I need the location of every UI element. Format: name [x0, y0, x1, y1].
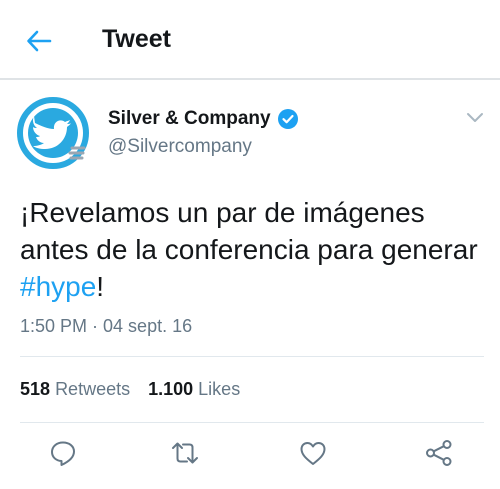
author-name[interactable]: Silver & Company — [108, 108, 271, 130]
heart-icon — [300, 442, 326, 465]
back-button[interactable] — [24, 26, 54, 56]
page-title: Tweet — [102, 25, 171, 53]
reply-icon — [51, 441, 75, 466]
arrow-left-icon — [27, 30, 52, 52]
reply-button[interactable] — [48, 438, 78, 468]
likes-stat[interactable]: 1.100 Likes — [148, 379, 240, 399]
verified-badge-icon — [277, 108, 299, 130]
header-divider — [0, 78, 500, 80]
retweets-label: Retweets — [55, 379, 131, 399]
retweet-button[interactable] — [170, 438, 200, 468]
divider — [20, 422, 484, 423]
likes-count: 1.100 — [148, 379, 194, 399]
retweets-stat[interactable]: 518 Retweets — [20, 379, 130, 399]
tweet-text-end: ! — [96, 271, 105, 302]
divider — [20, 356, 484, 357]
retweet-icon — [172, 442, 198, 464]
top-bar: Tweet — [0, 0, 500, 80]
retweets-count: 518 — [20, 379, 51, 399]
hashtag-link[interactable]: #hype — [20, 271, 96, 302]
tweet-stats: 518 Retweets 1.100 Likes — [20, 379, 240, 400]
share-icon — [426, 440, 452, 466]
tweet-text: ¡Revelamos un par de imágenes antes de l… — [20, 194, 490, 305]
likes-label: Likes — [198, 379, 241, 399]
chevron-down-icon — [467, 113, 483, 122]
tweet-timestamp: 1:50 PM · 04 sept. 16 — [20, 316, 193, 336]
tweet-text-body: ¡Revelamos un par de imágenes antes de l… — [20, 197, 478, 265]
like-button[interactable] — [298, 438, 328, 468]
author-handle[interactable]: @Silvercompany — [108, 136, 252, 158]
avatar[interactable] — [16, 96, 90, 170]
tweet-menu-button[interactable] — [464, 106, 486, 128]
share-button[interactable] — [424, 438, 454, 468]
